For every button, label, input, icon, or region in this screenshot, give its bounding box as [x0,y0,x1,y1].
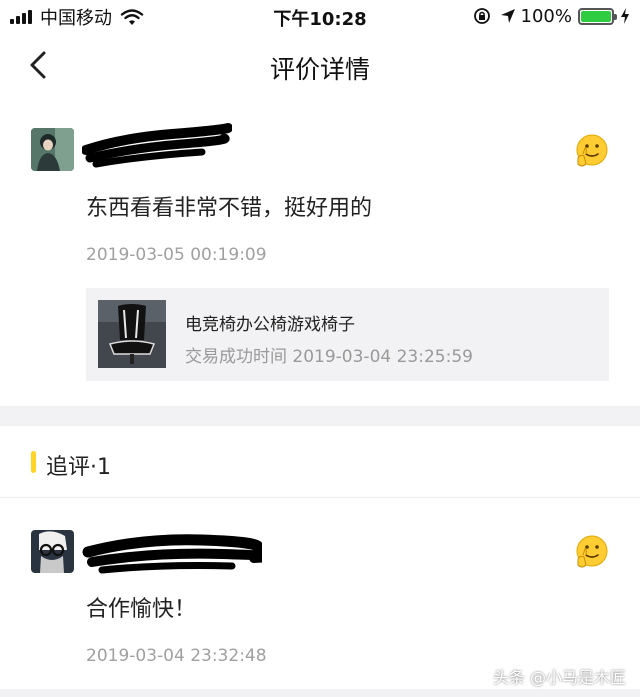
redacted-username [82,534,262,574]
avatar[interactable] [31,530,74,573]
followup-card: 合作愉快！ 2019-03-04 23:32:48 [0,0,640,689]
followup-content: 合作愉快！ [86,597,197,622]
followup-time: 2019-03-04 23:32:48 [86,646,267,666]
thumbs-up-emoji-icon [576,535,608,568]
watermark: 头条 @小马是木匠 [492,668,626,687]
bottom-divider [0,689,640,697]
